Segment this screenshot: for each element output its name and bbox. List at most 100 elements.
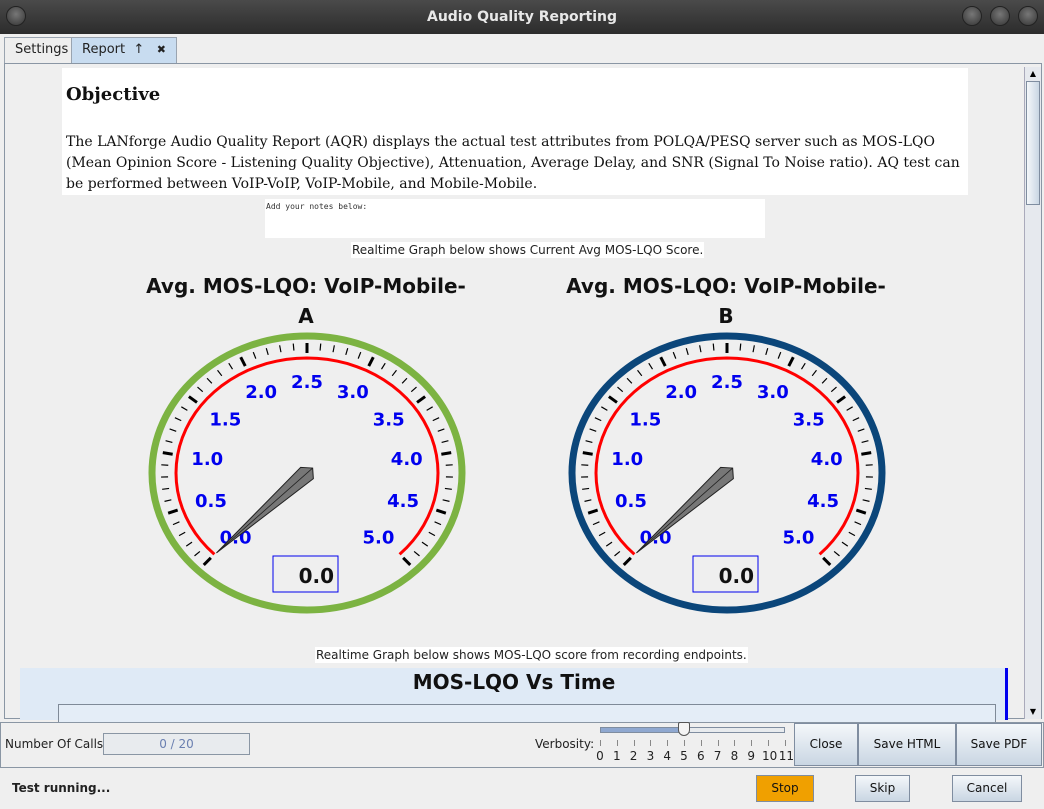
gauge-tick [367, 356, 375, 367]
gauge-tick [739, 343, 742, 351]
gauge-label: 1.5 [629, 410, 661, 431]
close-button[interactable]: Close [794, 723, 858, 766]
gauge-tick [598, 531, 606, 537]
gauge-label: 1.0 [191, 449, 223, 470]
verbosity-ticks: 0 1 2 3 4 5 6 7 8 9 10 11 [596, 740, 794, 766]
calls-label: Number Of Calls: [5, 737, 108, 751]
gauge-tick [787, 356, 795, 367]
gauge-tick [357, 351, 362, 359]
gauge-label: 0.5 [615, 491, 647, 512]
stop-button[interactable]: Stop [756, 775, 814, 802]
mos-lqo-chart: MOS-LQO Vs Time [20, 668, 1008, 724]
gauge-value: 0.0 [299, 564, 334, 588]
gauge-tick [432, 417, 440, 422]
verbosity-tick-label: 2 [629, 749, 638, 763]
verbosity-slider-thumb[interactable] [678, 722, 690, 736]
verbosity-slider[interactable] [600, 727, 785, 733]
gauge-tick [833, 550, 840, 557]
gauge-tick [765, 347, 769, 356]
gauge-tick [165, 440, 173, 443]
gauge-label: 1.0 [611, 449, 643, 470]
gauge-tick [178, 531, 186, 537]
chart-plot-area [58, 704, 996, 724]
gauge-tick [864, 487, 872, 490]
gauge-tick [861, 440, 869, 443]
gauge-tick [441, 440, 449, 443]
cancel-button[interactable]: Cancel [952, 775, 1022, 802]
gauge-tick [821, 377, 828, 384]
gauge-tick [292, 343, 295, 351]
gauge-tick [421, 541, 429, 547]
gauge-tick [332, 345, 335, 353]
gauge-tick [239, 356, 247, 367]
needle-ridge [636, 467, 733, 554]
verbosity-tick [700, 740, 702, 746]
verbosity-tick-label: 9 [747, 749, 755, 763]
verbosity-tick-label: 3 [646, 749, 655, 763]
gauge-tick [811, 369, 817, 377]
gauge-tick [862, 499, 870, 502]
gauge-tick [594, 417, 602, 422]
needle-ridge [216, 467, 313, 554]
gauge-label: 3.0 [337, 382, 369, 403]
gauge-tick [712, 343, 715, 351]
gauge-tick [401, 377, 408, 384]
gauge-a: 0.00.51.01.52.02.53.03.54.04.55.00.0 [148, 332, 466, 614]
gauge-tick [345, 347, 349, 356]
skip-button[interactable]: Skip [855, 775, 910, 802]
gauge-tick [752, 345, 755, 353]
gauge-tick [605, 541, 613, 547]
gauge-tick [428, 531, 436, 537]
gauge-tick [169, 428, 177, 432]
scroll-down-icon[interactable]: ▼ [1025, 705, 1041, 719]
vertical-scrollbar[interactable]: ▲ ▼ [1024, 67, 1041, 719]
verbosity-tick-label: 6 [696, 749, 705, 763]
scroll-thumb[interactable] [1026, 81, 1040, 205]
gauge-label: 3.5 [373, 410, 405, 431]
gauge-label: 4.0 [391, 449, 423, 470]
gauge-tick [861, 451, 872, 456]
gauge-tick [822, 556, 832, 566]
gauge-tick [402, 556, 412, 566]
save-html-button[interactable]: Save HTML [858, 723, 956, 766]
gauge-label: 4.0 [811, 449, 843, 470]
gauge-label: 5.0 [782, 527, 814, 548]
gauge-tick [202, 556, 212, 566]
chart-marker [1005, 668, 1008, 720]
gauge-tick [584, 499, 592, 502]
gauge-tick [617, 386, 624, 393]
verbosity-tick-label: 7 [713, 749, 722, 763]
gauge-tick [622, 556, 632, 566]
gauge-tick [252, 351, 257, 359]
save-pdf-button[interactable]: Save PDF [956, 723, 1042, 766]
gauge-tick [206, 377, 213, 384]
scroll-up-icon[interactable]: ▲ [1025, 67, 1041, 81]
gauge-tick [380, 362, 386, 370]
verbosity-tick-label: 0 [596, 749, 604, 763]
verbosity-tick-label: 4 [663, 749, 671, 763]
verbosity-tick-label: 1 [612, 749, 621, 763]
gauge-tick [279, 345, 282, 353]
gauge-label: 5.0 [362, 527, 394, 548]
gauge-label: 2.0 [665, 382, 697, 403]
gauge-tick [777, 351, 782, 359]
verbosity-tick [717, 740, 719, 746]
gauge-label: 4.5 [807, 491, 839, 512]
gauge-tick [614, 550, 621, 557]
gauge-tick [846, 406, 853, 411]
gauge-tick [413, 550, 420, 557]
gauge-tick [435, 508, 447, 515]
gauge-tick [585, 440, 593, 443]
gauge-tick [181, 406, 188, 411]
gauge-tick [441, 451, 452, 456]
gauge-tick [162, 451, 173, 456]
verbosity-tick [784, 740, 786, 746]
gauge-tick [800, 362, 806, 370]
chart-title: MOS-LQO Vs Time [412, 670, 616, 694]
gauge-label: 4.5 [387, 491, 419, 512]
gauge-tick [228, 362, 234, 370]
verbosity-tick [600, 740, 601, 746]
gauge-tick [637, 369, 643, 377]
verbosity-tick [684, 740, 685, 746]
gauge-tick [217, 369, 223, 377]
